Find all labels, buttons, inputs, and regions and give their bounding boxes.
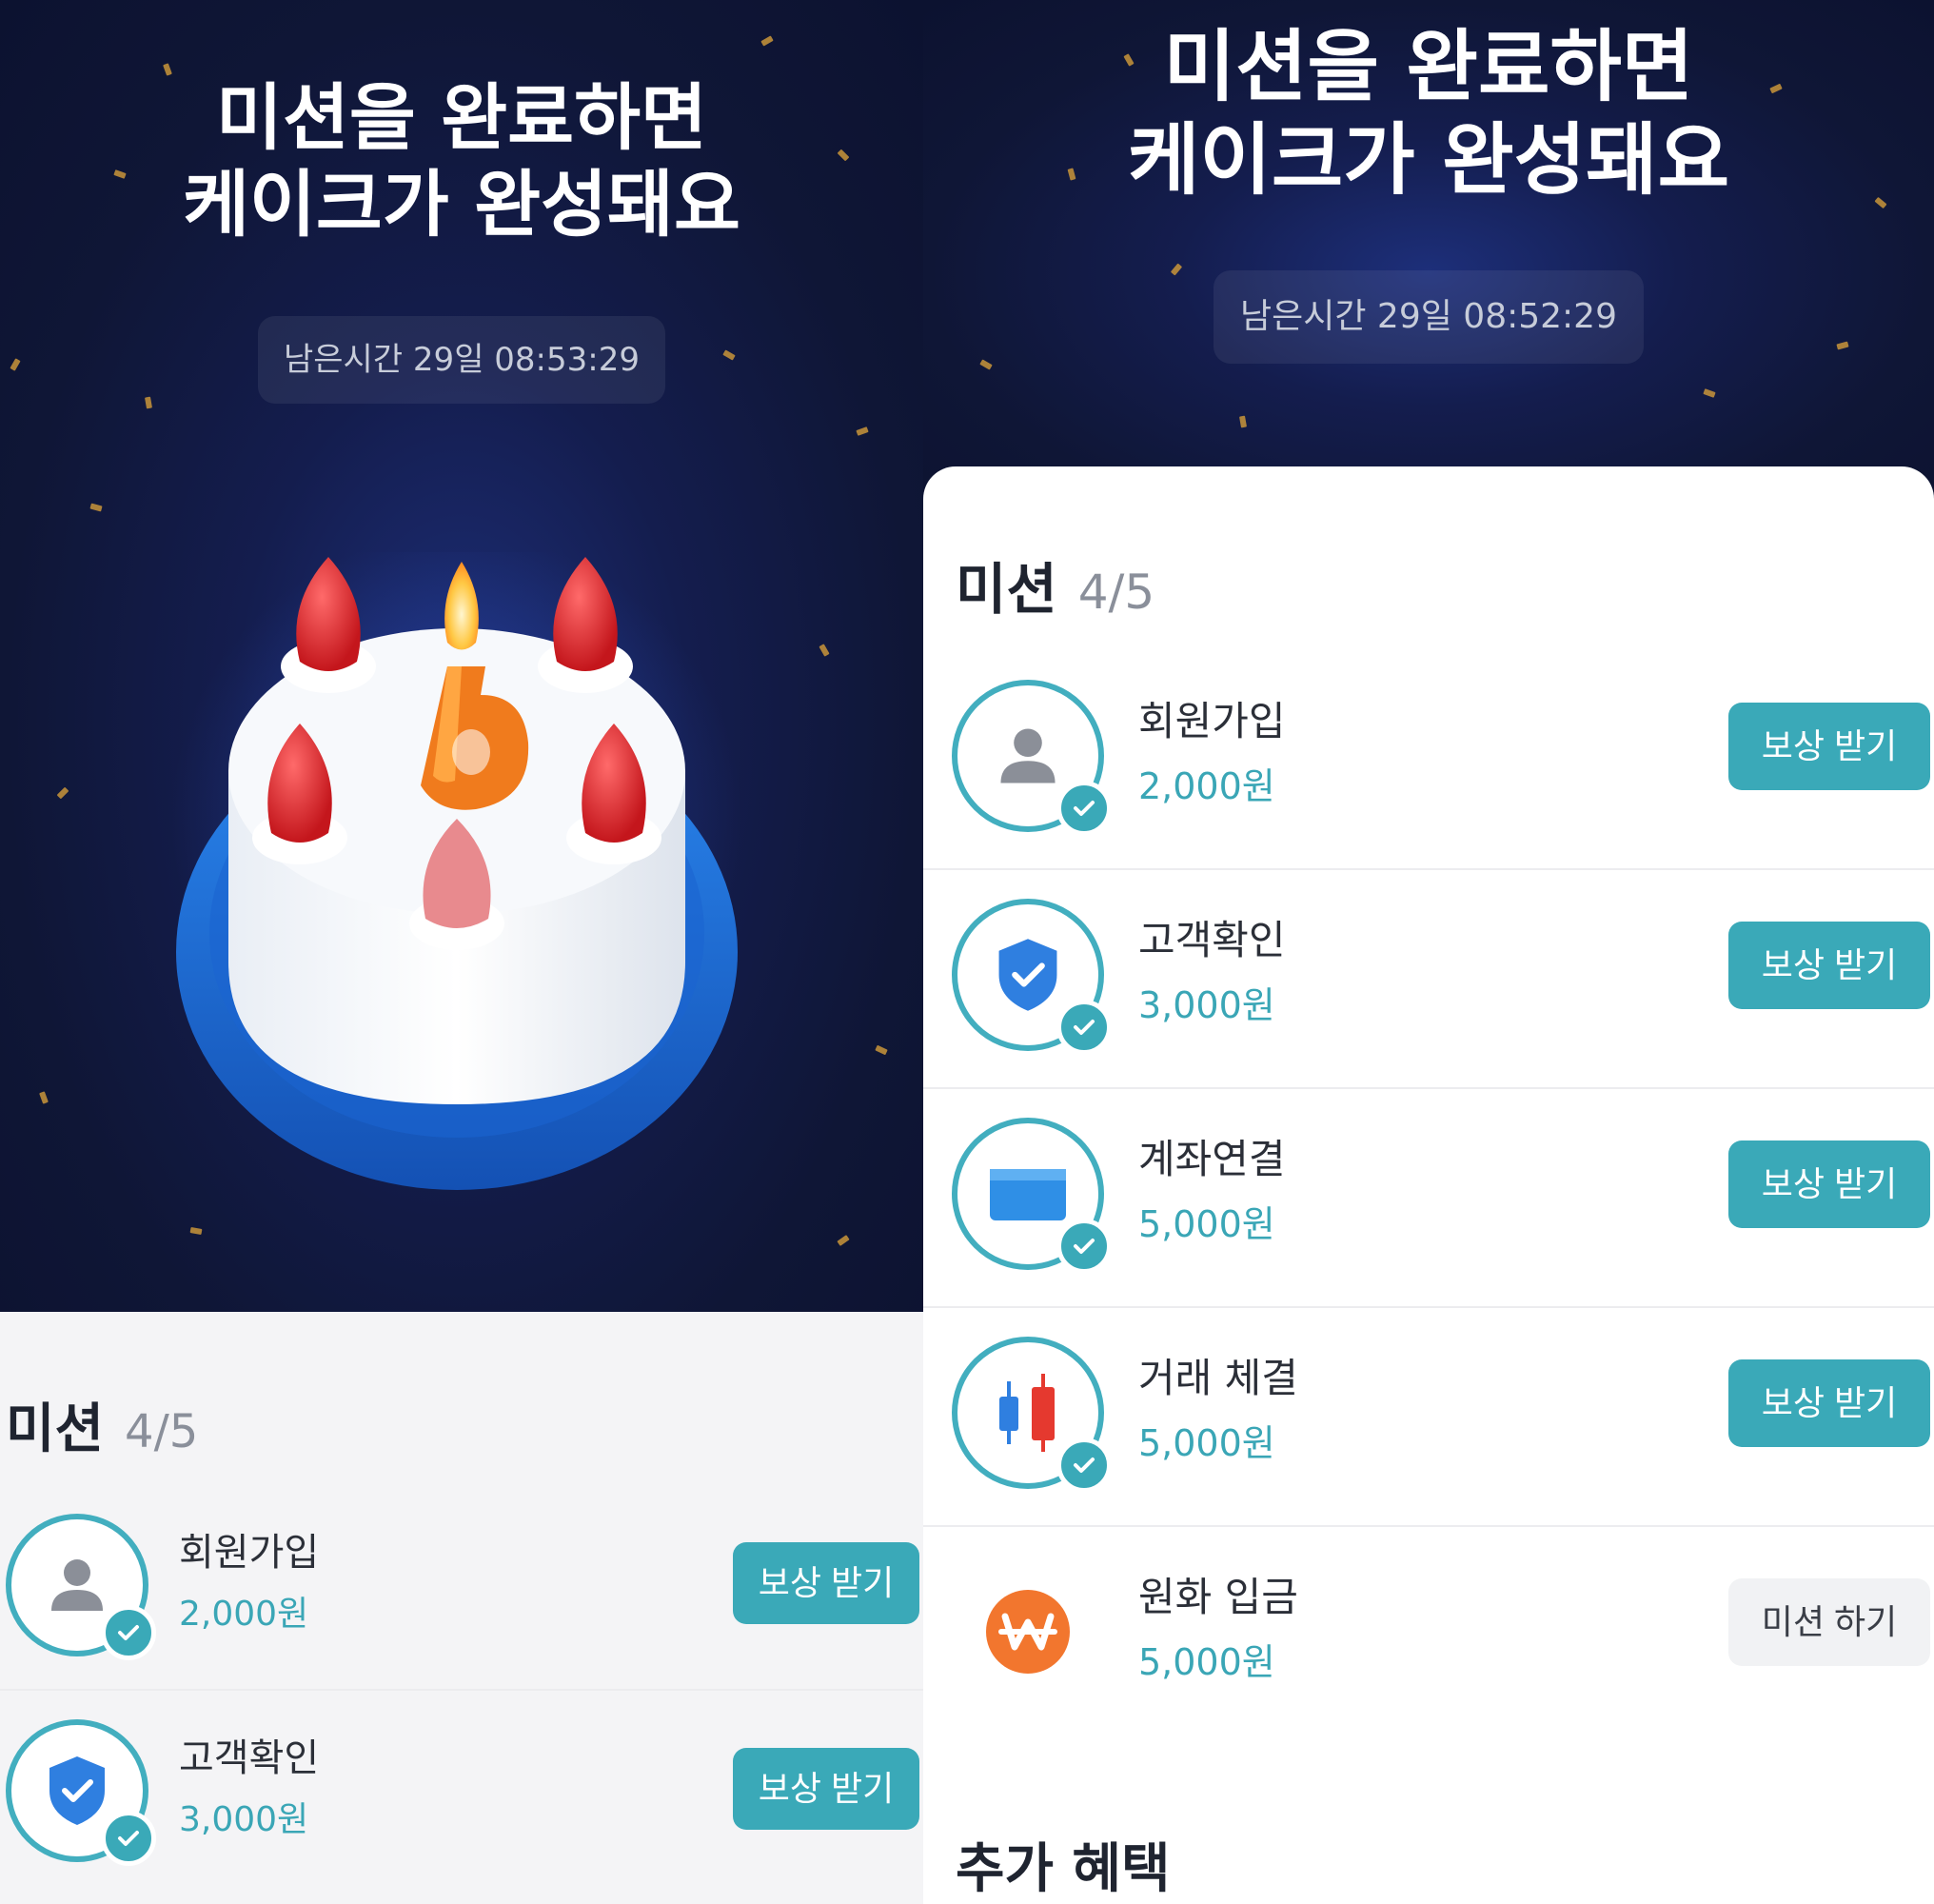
left-screen: 미션을 완료하면 케이크가 완성돼요 남은시간 29일 08:53:29 미션 …: [0, 0, 923, 1904]
mission-row-signup: 회원가입 2,000원 보상 받기: [923, 651, 1934, 870]
mission-icon-ring: [952, 1556, 1104, 1708]
mission-header: 미션 4/5: [6, 1386, 198, 1463]
check-icon: [1056, 1438, 1112, 1493]
check-icon: [101, 1605, 156, 1660]
claim-reward-button[interactable]: 보상 받기: [1728, 922, 1930, 1009]
confetti: [856, 426, 869, 436]
mission-list: 회원가입 2,000원 보상 받기 고객확인 3,000원 보상 받기: [0, 1485, 923, 1896]
mission-name: 고객확인: [1138, 917, 1286, 963]
confetti: [10, 358, 21, 371]
candlestick-icon: [999, 1374, 1055, 1452]
check-icon: [1056, 1219, 1112, 1274]
start-mission-button[interactable]: 미션 하기: [1728, 1578, 1930, 1666]
confetti: [145, 396, 152, 409]
mission-row-signup: 회원가입 2,000원 보상 받기: [0, 1485, 923, 1691]
hero-title: 미션을 완료하면 케이크가 완성돼요: [0, 74, 923, 248]
confetti: [56, 786, 69, 800]
won-coin-icon: [986, 1590, 1070, 1674]
remaining-time: 남은시간 29일 08:53:29: [258, 316, 665, 404]
mission-row-kyc: 고객확인 3,000원 보상 받기: [0, 1691, 923, 1896]
claim-reward-button[interactable]: 보상 받기: [1728, 1140, 1930, 1228]
confetti: [1703, 388, 1716, 398]
confetti: [979, 359, 993, 370]
person-icon: [1000, 728, 1056, 783]
confetti: [722, 349, 736, 361]
extra-benefits-title: 추가 혜택: [956, 1838, 1171, 1900]
shield-check-icon: [998, 939, 1057, 1011]
mission-reward: 2,000원: [1138, 765, 1275, 807]
check-icon: [101, 1811, 156, 1866]
confetti: [1239, 415, 1247, 428]
confetti: [1836, 341, 1849, 350]
confetti: [875, 1044, 888, 1056]
mission-row-account-link: 계좌연결 5,000원 보상 받기: [923, 1089, 1934, 1308]
claim-reward-button[interactable]: 보상 받기: [733, 1748, 919, 1830]
mission-row-trade: 거래 체결 5,000원 보상 받기: [923, 1308, 1934, 1527]
mission-icon-ring: [952, 899, 1112, 1055]
mission-text: 계좌연결 5,000원: [1138, 1127, 1286, 1247]
mission-name: 계좌연결: [1138, 1136, 1286, 1182]
right-screen: 미션을 완료하면 케이크가 완성돼요 남은시간 29일 08:52:29 미션 …: [923, 0, 1934, 1904]
mission-icon-ring: [952, 680, 1112, 836]
confetti: [1170, 263, 1183, 276]
check-icon: [1056, 1000, 1112, 1055]
mission-row-kyc: 고객확인 3,000원 보상 받기: [923, 870, 1934, 1089]
confetti: [760, 35, 774, 47]
mission-count: 4/5: [1077, 565, 1155, 620]
confetti: [89, 503, 103, 512]
mission-text: 회원가입 2,000원: [179, 1521, 319, 1636]
check-icon: [1056, 781, 1112, 836]
hero-banner: 미션을 완료하면 케이크가 완성돼요 남은시간 29일 08:52:29: [923, 0, 1934, 495]
mission-list: 회원가입 2,000원 보상 받기 고객확인 3,000원 보상 받기: [923, 651, 1934, 1746]
claim-reward-button[interactable]: 보상 받기: [1728, 1359, 1930, 1447]
mission-name: 거래 체결: [1138, 1355, 1298, 1401]
hero-banner: 미션을 완료하면 케이크가 완성돼요 남은시간 29일 08:53:29: [0, 0, 923, 1312]
mission-reward: 5,000원: [1138, 1641, 1275, 1683]
mission-text: 고객확인 3,000원: [1138, 908, 1286, 1028]
mission-reward: 5,000원: [1138, 1422, 1275, 1464]
bank-card-icon: [990, 1169, 1066, 1220]
hero-title-line-2: 케이크가 완성돼요: [183, 162, 740, 248]
mission-text: 원화 입금 5,000원: [1138, 1565, 1298, 1685]
person-icon: [51, 1559, 103, 1611]
confetti: [837, 1235, 850, 1246]
cake-illustration: [171, 552, 742, 1190]
mission-reward: 3,000원: [179, 1800, 309, 1839]
mission-row-krw-deposit: 원화 입금 5,000원 미션 하기: [923, 1527, 1934, 1746]
mission-name: 회원가입: [1138, 698, 1286, 744]
claim-reward-button[interactable]: 보상 받기: [1728, 703, 1930, 790]
mission-reward: 2,000원: [179, 1595, 309, 1634]
mission-icon-ring: [6, 1719, 156, 1866]
mission-name: 원화 입금: [1138, 1574, 1298, 1620]
hero-title: 미션을 완료하면 케이크가 완성돼요: [923, 21, 1934, 208]
mission-icon-ring: [952, 1118, 1112, 1274]
mission-text: 거래 체결 5,000원: [1138, 1346, 1298, 1466]
confetti: [39, 1091, 49, 1104]
claim-reward-button[interactable]: 보상 받기: [733, 1542, 919, 1624]
remaining-time: 남은시간 29일 08:52:29: [1214, 270, 1644, 364]
mission-reward: 5,000원: [1138, 1203, 1275, 1245]
confetti: [819, 644, 830, 657]
hero-title-line-2: 케이크가 완성돼요: [1127, 115, 1730, 207]
hero-title-line-1: 미션을 완료하면: [1163, 22, 1694, 112]
mission-name: 회원가입: [179, 1531, 320, 1575]
mission-name: 고객확인: [179, 1736, 320, 1780]
mission-header: 미션 4/5: [956, 545, 1154, 625]
mission-title: 미션: [956, 557, 1057, 622]
mission-text: 고객확인 3,000원: [179, 1727, 319, 1841]
mission-icon-ring: [6, 1514, 156, 1660]
mission-title: 미션: [6, 1398, 105, 1460]
shield-check-icon: [49, 1756, 105, 1825]
mission-icon-ring: [952, 1337, 1112, 1493]
mission-text: 회원가입 2,000원: [1138, 689, 1286, 809]
mission-reward: 3,000원: [1138, 984, 1275, 1026]
mission-count: 4/5: [125, 1405, 199, 1458]
confetti: [189, 1227, 203, 1235]
hero-title-line-1: 미션을 완료하면: [216, 75, 707, 160]
